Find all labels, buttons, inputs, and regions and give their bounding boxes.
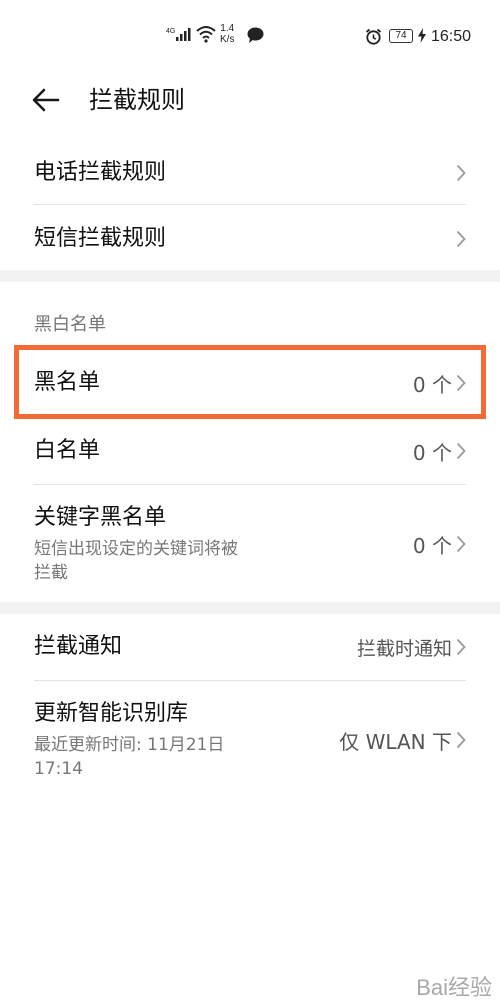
highlight-box [14, 345, 486, 419]
svg-text:4G: 4G [166, 28, 175, 35]
update-library-row[interactable]: 更新智能识别库 最近更新时间: 11月21日 17:14 仅 WLAN 下 [34, 692, 466, 788]
battery-indicator: 74 [389, 29, 413, 43]
update-library-label: 更新智能识别库 [34, 701, 189, 726]
call-block-rules-row[interactable]: 电话拦截规则 [34, 150, 466, 196]
block-notification-row[interactable]: 拦截通知 拦截时通知 [34, 624, 466, 670]
keyword-blacklist-description-line: 短信出现设定的关键词将被 [34, 539, 238, 559]
alarm-icon [365, 28, 382, 45]
whitelist-count: 0 个 [412, 440, 452, 465]
whitelist-row[interactable]: 白名单 0 个 [34, 428, 466, 474]
section-separator [0, 602, 500, 614]
keyword-blacklist-text: 关键字黑名单 短信出现设定的关键词将被 拦截 [34, 503, 238, 585]
update-library-text: 更新智能识别库 最近更新时间: 11月21日 17:14 [34, 699, 224, 781]
network-speed-unit: K/s [220, 34, 235, 45]
sms-block-rules-row[interactable]: 短信拦截规则 [34, 216, 466, 262]
header: 拦截规则 [0, 72, 500, 132]
page-title: 拦截规则 [89, 86, 185, 114]
arrow-left-icon [32, 88, 60, 112]
chevron-right-icon [456, 442, 466, 460]
section-title-lists: 黑白名单 [34, 314, 106, 335]
watermark: Bai经验 [416, 975, 492, 1000]
status-bar: 4G 1.4 K/s 74 16:50 [0, 0, 500, 72]
block-notification-label: 拦截通知 [34, 634, 123, 659]
keyword-blacklist-description-line: 拦截 [34, 563, 68, 583]
chevron-right-icon [456, 638, 466, 656]
call-block-rules-label: 电话拦截规则 [34, 160, 167, 185]
keyword-blacklist-row[interactable]: 关键字黑名单 短信出现设定的关键词将被 拦截 0 个 [34, 496, 466, 592]
network-speed: 1.4 K/s [220, 23, 234, 45]
divider [34, 204, 466, 205]
chevron-right-icon [456, 535, 466, 553]
last-updated-line: 最近更新时间: 11月21日 [34, 735, 225, 755]
update-library-last-updated: 最近更新时间: 11月21日 17:14 [34, 733, 224, 781]
chevron-right-icon [456, 164, 466, 182]
whitelist-label: 白名单 [34, 438, 101, 463]
chat-bubble-icon [247, 27, 264, 43]
wifi-icon [196, 26, 216, 43]
keyword-blacklist-count: 0 个 [412, 533, 452, 558]
divider [34, 484, 466, 485]
chevron-right-icon [456, 731, 466, 749]
signal-icon: 4G [166, 28, 191, 41]
block-notification-value: 拦截时通知 [356, 637, 452, 660]
chevron-right-icon [456, 230, 466, 248]
network-speed-value: 1.4 [220, 23, 235, 34]
divider [34, 680, 466, 681]
update-library-value: 仅 WLAN 下 [339, 729, 452, 754]
keyword-blacklist-description: 短信出现设定的关键词将被 拦截 [34, 537, 238, 585]
back-button[interactable] [30, 82, 70, 118]
clock: 16:50 [431, 28, 472, 45]
section-separator [0, 270, 500, 282]
sms-block-rules-label: 短信拦截规则 [34, 226, 167, 251]
charging-icon [418, 28, 426, 43]
last-updated-line: 17:14 [34, 759, 83, 779]
keyword-blacklist-label: 关键字黑名单 [34, 505, 167, 530]
